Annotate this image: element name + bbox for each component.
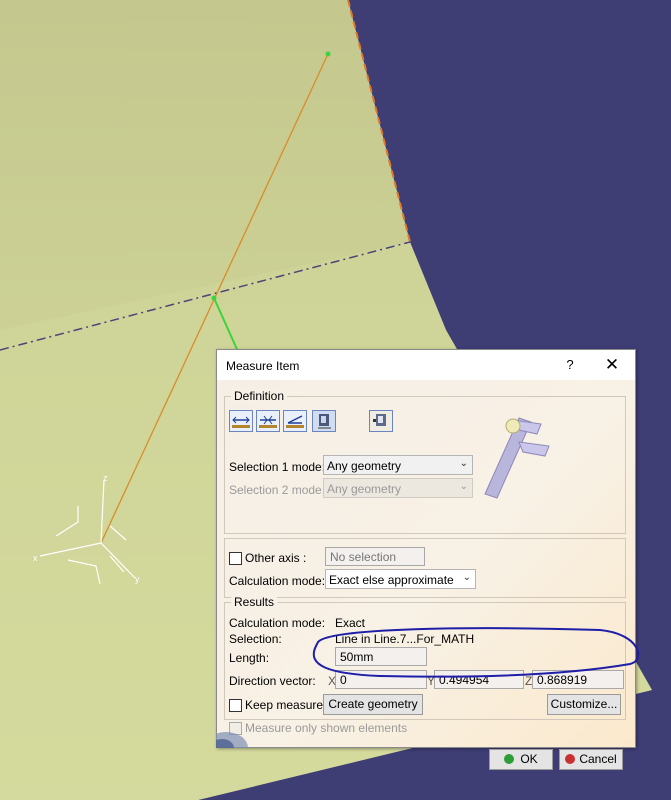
result-selection-label: Selection: — [229, 632, 282, 646]
result-calc-mode-label: Calculation mode: — [229, 616, 326, 630]
selection2-mode-value: Any geometry — [327, 482, 402, 496]
measure-thickness-icon[interactable] — [369, 410, 393, 432]
axis-label-x: x — [33, 553, 38, 563]
measure-item-icon[interactable] — [312, 410, 336, 432]
keep-measure-label: Keep measure — [245, 698, 324, 712]
help-button[interactable]: ? — [562, 357, 578, 373]
shown-only-label: Measure only shown elements — [245, 721, 408, 735]
selection2-mode-label: Selection 2 mode: — [229, 483, 326, 497]
direction-x-value: 0 — [340, 673, 347, 687]
selection2-mode-dropdown: Any geometry ⌄ — [323, 478, 473, 498]
direction-y-value: 0.494954 — [439, 673, 490, 687]
results-label: Results — [231, 595, 278, 609]
measure-between-icon[interactable] — [229, 410, 253, 432]
dialog-title: Measure Item — [226, 359, 300, 373]
cancel-icon — [565, 754, 576, 764]
length-label: Length: — [229, 651, 270, 665]
other-axis-checkbox[interactable] — [229, 552, 242, 565]
ok-label: OK — [520, 752, 538, 766]
other-axis-field[interactable]: No selection — [325, 547, 425, 566]
cancel-button[interactable]: Cancel — [559, 749, 623, 770]
direction-vector-label: Direction vector: — [229, 674, 316, 688]
cancel-label: Cancel — [579, 752, 617, 766]
chevron-down-icon: ⌄ — [459, 481, 468, 492]
other-axis-label: Other axis : — [245, 551, 307, 565]
calculation-mode-dropdown[interactable]: Exact else approximate ⌄ — [325, 569, 476, 589]
direction-x-field[interactable]: 0 — [335, 670, 427, 689]
dialog-body: Definition Selection 1 mode: Any geometr… — [216, 380, 635, 770]
measure-between-chain-icon[interactable] — [256, 410, 280, 432]
calculation-mode-value: Exact else approximate — [329, 573, 454, 587]
selection1-mode-value: Any geometry — [327, 459, 402, 473]
line-midpoint[interactable] — [211, 295, 217, 301]
close-button[interactable]: ✕ — [602, 355, 622, 375]
length-field[interactable]: 50mm — [335, 647, 427, 666]
direction-z-value: 0.868919 — [537, 673, 588, 687]
chevron-down-icon: ⌄ — [459, 458, 468, 469]
result-selection-value: Line in Line.7...For_MATH — [335, 632, 475, 646]
customize-button[interactable]: Customize... — [547, 694, 621, 715]
dialog-titlebar[interactable]: Measure Item ? ✕ — [217, 350, 635, 380]
length-value: 50mm — [340, 650, 374, 664]
caliper-icon — [484, 417, 550, 499]
line-endpoint[interactable] — [325, 51, 331, 57]
create-geometry-button[interactable]: Create geometry — [323, 694, 423, 715]
other-axis-value: No selection — [330, 550, 397, 564]
axis-label-z: z — [103, 473, 108, 483]
result-calc-mode-value: Exact — [335, 616, 366, 630]
calculation-mode-label: Calculation mode: — [229, 574, 326, 588]
selection1-mode-dropdown[interactable]: Any geometry ⌄ — [323, 455, 473, 475]
direction-y-field[interactable]: 0.494954 — [434, 670, 524, 689]
chevron-down-icon: ⌄ — [462, 572, 471, 583]
axis-label-y: y — [135, 574, 140, 584]
measure-between-fan-icon[interactable] — [283, 410, 307, 432]
ok-icon — [504, 754, 515, 764]
ok-button[interactable]: OK — [489, 749, 553, 770]
corner-globe-icon — [216, 732, 248, 748]
keep-measure-checkbox[interactable] — [229, 699, 242, 712]
definition-label: Definition — [231, 389, 288, 403]
measure-item-dialog[interactable]: Measure Item ? ✕ Definition Selection 1 … — [216, 349, 636, 770]
options-group — [224, 538, 626, 598]
direction-z-field[interactable]: 0.868919 — [532, 670, 624, 689]
selection1-mode-label: Selection 1 mode: — [229, 460, 326, 474]
